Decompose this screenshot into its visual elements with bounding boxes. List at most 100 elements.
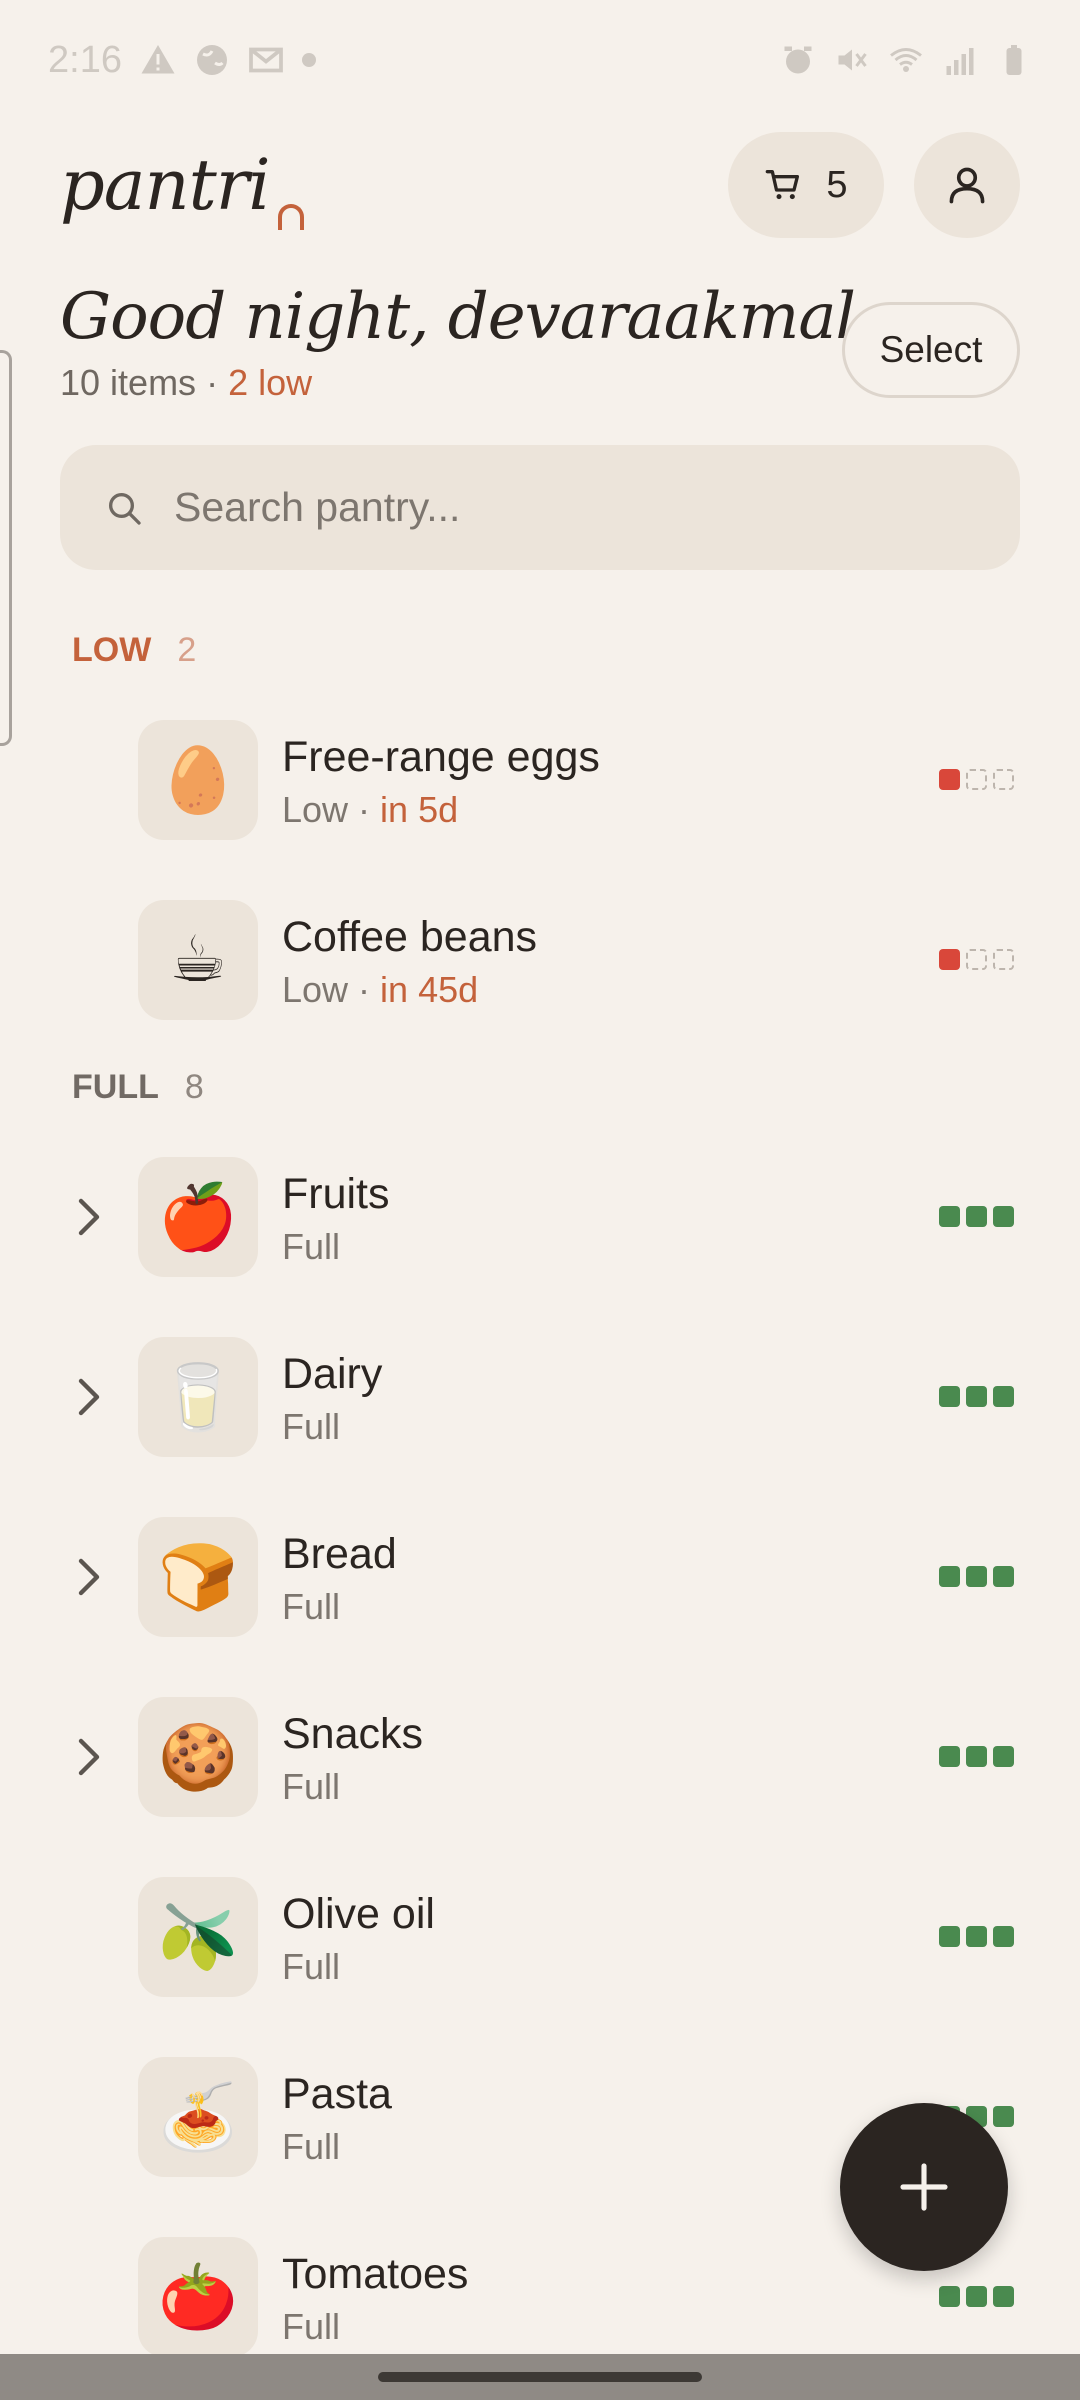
- battery-icon: [1006, 45, 1022, 75]
- item-expiry: in 45d: [380, 969, 479, 1010]
- stock-level-segment: [966, 1566, 987, 1587]
- item-count: 10 items: [60, 362, 197, 403]
- item-status-label: Full: [282, 1766, 341, 1807]
- section-count-full: 8: [184, 1068, 204, 1106]
- stock-level-meter: [939, 1926, 1014, 1947]
- section-count-low: 2: [177, 631, 197, 669]
- cart-count: 5: [826, 163, 848, 206]
- item-name: Dairy: [282, 1350, 383, 1398]
- item-name: Pasta: [282, 2070, 392, 2118]
- chevron-right-icon[interactable]: [72, 1377, 108, 1417]
- item-status: Low · in 5d: [282, 789, 458, 831]
- stock-level-segment: [993, 1206, 1014, 1227]
- add-item-button[interactable]: [840, 2103, 1008, 2271]
- item-thumbnail-icon: ☕: [138, 900, 258, 1020]
- item-status-label: Full: [282, 1586, 341, 1627]
- item-status-label: Full: [282, 2306, 341, 2347]
- item-status: Low · in 45d: [282, 969, 478, 1011]
- item-status-label: Low: [282, 789, 349, 830]
- gmail-icon: [249, 47, 283, 73]
- side-edge-handle[interactable]: [0, 350, 12, 746]
- pantry-item[interactable]: ☕ Coffee beans Low · in 45d: [0, 885, 1080, 1035]
- stock-level-segment: [966, 1926, 987, 1947]
- pantry-item[interactable]: 🍪 Snacks Full: [0, 1682, 1080, 1832]
- greeting-title: Good night, devaraakmal: [60, 280, 856, 354]
- item-status-separator: ·: [348, 969, 381, 1010]
- select-button[interactable]: Select: [842, 302, 1020, 398]
- stock-level-segment: [939, 1746, 960, 1767]
- stock-level-segment: [939, 949, 960, 970]
- item-expiry: in 5d: [380, 789, 459, 830]
- stock-level-meter: [939, 2286, 1014, 2307]
- item-status: Full: [282, 1406, 340, 1448]
- user-icon: [949, 167, 985, 204]
- app-logo: pantri: [60, 144, 304, 230]
- item-name: Coffee beans: [282, 913, 538, 961]
- mute-icon: [838, 49, 867, 71]
- cart-icon: [766, 170, 800, 200]
- stock-level-segment: [966, 1206, 987, 1227]
- item-status-label: Full: [282, 1226, 341, 1267]
- stock-level-meter: [939, 1206, 1014, 1227]
- item-thumbnail-icon: 🍎: [138, 1157, 258, 1277]
- stock-level-segment: [939, 769, 960, 790]
- item-name: Free-range eggs: [282, 733, 600, 781]
- stock-level-meter: [939, 949, 1014, 970]
- item-thumbnail-icon: 🍞: [138, 1517, 258, 1637]
- stock-level-meter: [939, 1746, 1014, 1767]
- pantry-item[interactable]: 🥛 Dairy Full: [0, 1322, 1080, 1472]
- stock-level-segment: [966, 1746, 987, 1767]
- item-name: Bread: [282, 1530, 397, 1578]
- logo-arch-icon: [277, 204, 304, 230]
- section-header-low: LOW 2: [72, 631, 196, 670]
- pantry-summary: 10 items · 2 low: [60, 362, 312, 404]
- stock-level-segment: [966, 2286, 987, 2307]
- cart-button[interactable]: 5: [728, 132, 884, 238]
- pantry-item[interactable]: 🍞 Bread Full: [0, 1502, 1080, 1652]
- item-name: Olive oil: [282, 1890, 435, 1938]
- search-input[interactable]: [174, 484, 874, 531]
- stock-level-segment: [966, 769, 987, 790]
- search-icon: [109, 492, 141, 525]
- stock-level-segment: [993, 1746, 1014, 1767]
- system-nav-bar: [0, 2354, 1080, 2400]
- profile-button[interactable]: [914, 132, 1020, 238]
- item-thumbnail-icon: 🥚: [138, 720, 258, 840]
- signal-icon: [946, 48, 974, 75]
- status-bar: 2:16: [0, 0, 1080, 120]
- stock-level-segment: [939, 1206, 960, 1227]
- plus-icon: [900, 2163, 948, 2211]
- item-status: Full: [282, 2126, 340, 2168]
- warning-icon: [141, 45, 175, 74]
- app-header: pantri 5: [60, 130, 1020, 240]
- stock-level-segment: [939, 1566, 960, 1587]
- wifi-icon: [890, 48, 922, 72]
- item-thumbnail-icon: 🍅: [138, 2237, 258, 2357]
- stock-level-segment: [993, 769, 1014, 790]
- stock-level-segment: [993, 2106, 1014, 2127]
- stock-level-segment: [993, 1386, 1014, 1407]
- search-bar[interactable]: [60, 445, 1020, 570]
- summary-separator: ·: [196, 362, 229, 403]
- home-gesture-handle[interactable]: [378, 2372, 702, 2382]
- item-name: Tomatoes: [282, 2250, 469, 2298]
- item-thumbnail-icon: 🫒: [138, 1877, 258, 1997]
- chevron-right-icon[interactable]: [72, 1197, 108, 1237]
- app-logo-text: pantri: [60, 144, 271, 226]
- notification-dot-icon: [301, 53, 316, 67]
- pantry-item[interactable]: 🍎 Fruits Full: [0, 1142, 1080, 1292]
- item-thumbnail-icon: 🍝: [138, 2057, 258, 2177]
- item-name: Snacks: [282, 1710, 424, 1758]
- item-status-separator: ·: [348, 789, 381, 830]
- stock-level-meter: [939, 769, 1014, 790]
- pantry-item[interactable]: 🥚 Free-range eggs Low · in 5d: [0, 705, 1080, 855]
- pantry-item[interactable]: 🫒 Olive oil Full: [0, 1862, 1080, 2012]
- stock-level-segment: [993, 1926, 1014, 1947]
- chevron-right-icon[interactable]: [72, 1737, 108, 1777]
- item-thumbnail-icon: 🍪: [138, 1697, 258, 1817]
- item-thumbnail-icon: 🥛: [138, 1337, 258, 1457]
- globe-icon: [196, 45, 227, 75]
- chevron-right-icon[interactable]: [72, 1557, 108, 1597]
- item-status-label: Full: [282, 1946, 341, 1987]
- item-status: Full: [282, 1766, 340, 1808]
